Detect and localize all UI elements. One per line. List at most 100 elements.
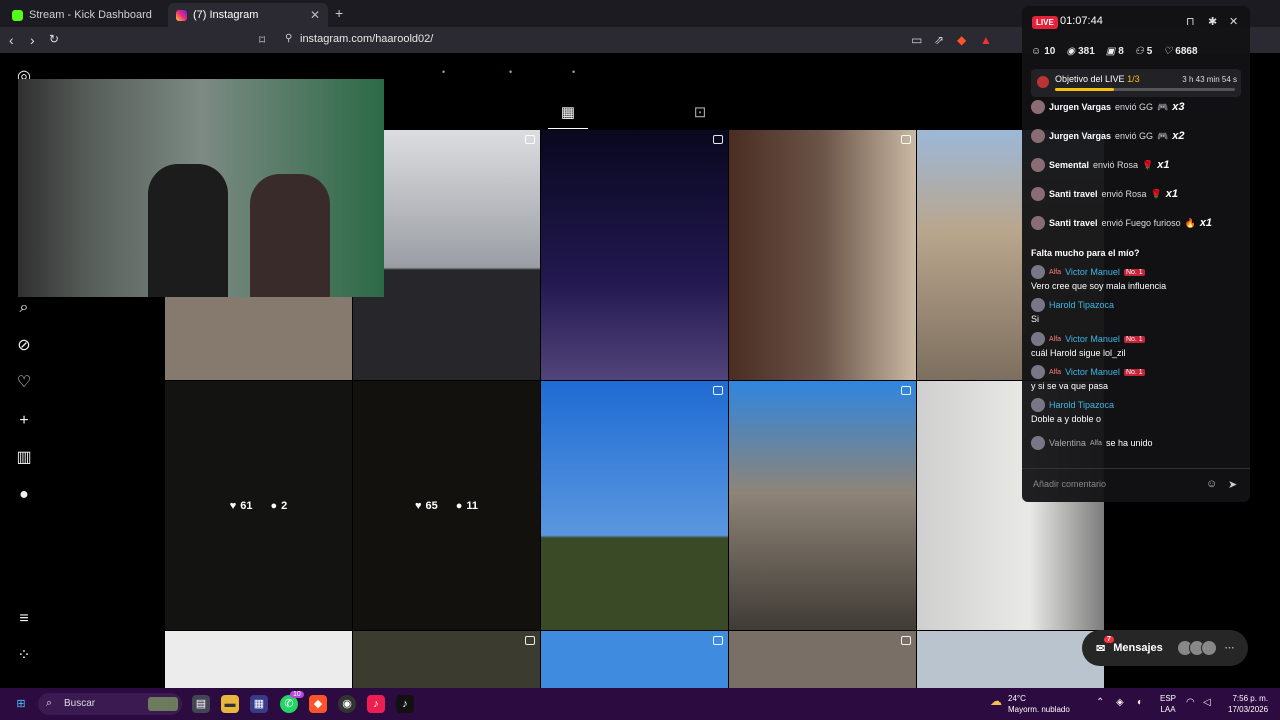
likes-count: 6868 [1175, 45, 1198, 57]
avatar [1031, 158, 1045, 172]
store-icon[interactable]: ▦ [250, 695, 268, 713]
tab-label: Stream - Kick Dashboard [29, 9, 152, 21]
clock[interactable]: 7:56 p. m. 17/03/2026 [1228, 693, 1268, 715]
gift-multiplier: x1 [1199, 217, 1213, 229]
tab-kick-dashboard[interactable]: Stream - Kick Dashboard [4, 3, 166, 27]
emoji-icon[interactable]: ☺ [1206, 478, 1217, 490]
rose-icon: 🌹 [1142, 159, 1154, 170]
more-apps-icon[interactable]: ⁘ [14, 646, 34, 666]
tray-app-icon[interactable]: ◐ [1137, 697, 1143, 708]
chat-user[interactable]: Victor Manuel [1065, 367, 1120, 377]
tab-instagram[interactable]: (7) Instagram ✕ [168, 3, 328, 27]
join-user: Valentina [1049, 438, 1086, 448]
obs-icon[interactable]: ◉ [338, 695, 356, 713]
chat-user[interactable]: Victor Manuel [1065, 267, 1120, 277]
chat-message: Falta mucho para el mío? [1031, 246, 1246, 258]
chat-user[interactable]: Harold Tipazoca [1049, 400, 1114, 410]
search-icon: ⌕ [46, 697, 53, 709]
chat-message: Alfa Victor Manuel No. 1 cuál Harold sigue… [1031, 332, 1246, 358]
file-explorer-icon[interactable]: ▬ [221, 695, 239, 713]
live-goal[interactable]: Objetivo del LIVE 1/3 3 h 43 min 54 s [1031, 69, 1241, 97]
post-tile[interactable]: ♥ 65 ● 11 [353, 381, 540, 630]
tab-posts-grid-icon[interactable]: ▦ [548, 103, 588, 129]
volume-icon[interactable]: ◁ [1203, 697, 1211, 708]
weather-widget[interactable]: 24°C Mayorm. nublado [1008, 693, 1070, 715]
post-tile[interactable] [729, 631, 916, 688]
cast-icon[interactable]: ▭ [911, 33, 922, 47]
language-indicator[interactable]: ESP LAA [1160, 693, 1176, 715]
post-tile[interactable] [729, 130, 916, 380]
join-text: se ha unido [1105, 438, 1153, 448]
brave-shield-icon[interactable]: ◆ [957, 33, 966, 47]
post-tile[interactable]: ♥ 61 ● 2 [165, 381, 352, 630]
post-tile[interactable] [541, 631, 728, 688]
chat-user[interactable]: Harold Tipazoca [1049, 300, 1114, 310]
gift-user: Semental [1049, 160, 1090, 170]
chat-user[interactable]: Victor Manuel [1065, 334, 1120, 344]
task-view-icon[interactable]: ▤ [192, 695, 210, 713]
forward-icon[interactable]: › [30, 32, 35, 48]
dashboard-icon[interactable]: ▥ [14, 448, 34, 468]
tab-label: (7) Instagram [193, 9, 259, 21]
carousel-icon [713, 636, 723, 645]
carousel-icon [901, 636, 911, 645]
tray-app-icon[interactable]: ◈ [1116, 697, 1124, 708]
create-icon[interactable]: + [14, 411, 34, 431]
alfa-badge: Alfa [1049, 335, 1062, 343]
url-field[interactable]: instagram.com/haaroold02/ [300, 33, 433, 45]
carousel-icon [901, 135, 911, 144]
post-tile[interactable] [541, 130, 728, 380]
comment-input[interactable]: Añadir comentario ☺ ➤ [1022, 468, 1250, 500]
gift-user: Santi travel [1049, 218, 1098, 228]
post-tile[interactable] [165, 631, 352, 688]
search-icon[interactable]: ⌕ [14, 298, 34, 318]
post-tile[interactable] [729, 381, 916, 630]
back-icon[interactable]: ‹ [9, 32, 14, 48]
post-tile[interactable] [541, 381, 728, 630]
new-tab-button[interactable]: + [335, 5, 343, 21]
reload-icon[interactable]: ↻ [49, 32, 59, 46]
wifi-icon[interactable]: ◠ [1186, 697, 1195, 708]
send-icon[interactable]: ➤ [1228, 478, 1237, 491]
comments-count: 2 [281, 499, 288, 512]
likes-count: 65 [425, 499, 438, 512]
share-icon[interactable]: ⇗ [934, 33, 944, 47]
avatar [1031, 100, 1045, 114]
menu-icon[interactable]: ≡ [14, 609, 34, 629]
brave-browser-icon[interactable]: ◆ [309, 695, 327, 713]
post-tile[interactable] [917, 631, 1104, 688]
alfa-badge: Alfa [1049, 268, 1062, 276]
notifications-heart-icon[interactable]: ♡ [14, 373, 34, 393]
avatar [1031, 365, 1045, 379]
carousel-icon [713, 135, 723, 144]
goal-title-text: Objetivo del LIVE [1055, 74, 1125, 84]
tab-tagged-icon[interactable]: ⊡ [680, 103, 720, 129]
instagram-icon [176, 9, 187, 21]
chat-message: Harold Tipazoca Doble a y doble o [1031, 398, 1246, 424]
tiktok-live-icon[interactable]: ♪ [367, 695, 385, 713]
avatar [1031, 332, 1045, 346]
search-highlight-image [148, 697, 178, 711]
chat-text: Si [1031, 314, 1040, 324]
taskbar-search[interactable]: ⌕ Buscar [38, 693, 182, 715]
messages-button[interactable]: ✉ 7 Mensajes ··· [1082, 630, 1248, 666]
site-info-icon[interactable]: ⚲ [285, 33, 292, 44]
settings-gear-icon[interactable]: ✱ [1208, 15, 1217, 28]
tiktok-icon[interactable]: ♪ [396, 695, 414, 713]
more-icon: ··· [1224, 642, 1235, 654]
profile-avatar[interactable]: ● [14, 485, 34, 505]
close-icon[interactable]: ✕ [1229, 15, 1238, 28]
show-hidden-icons[interactable]: ⌃ [1096, 697, 1104, 708]
comment-icon: ● [270, 499, 278, 512]
avatar [1031, 265, 1045, 279]
bookmark-icon[interactable]: ⌑ [259, 33, 265, 47]
rewards-icon[interactable]: ▲ [980, 33, 992, 47]
whatsapp-badge: 10 [290, 691, 304, 698]
goal-remaining: 3 h 43 min 54 s [1182, 75, 1237, 84]
windows-start-icon[interactable]: ⊞ [12, 695, 30, 713]
explore-icon[interactable]: ⊘ [14, 336, 34, 356]
close-tab-icon[interactable]: ✕ [310, 8, 320, 22]
gift-user: Jurgen Vargas [1049, 131, 1112, 141]
lock-icon[interactable]: ⊓ [1186, 15, 1195, 28]
post-tile[interactable] [353, 631, 540, 688]
